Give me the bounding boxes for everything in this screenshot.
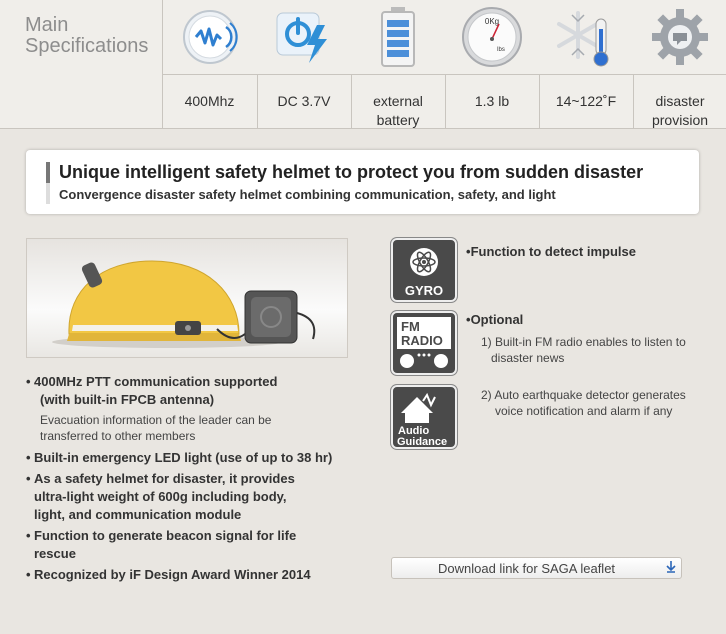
download-arrow-icon [666,561,676,576]
feature-item: • 400MHz PTT communication supported (wi… [26,373,366,409]
feature-list: • 400MHz PTT communication supported (wi… [26,373,366,587]
spec-weight: 1.3 lb [445,75,538,128]
title-line-2: Specifications [25,35,149,57]
feature-description-text: transferred to other members [40,429,196,443]
optional-item-2-line2: voice notification and alarm if any [495,404,673,418]
feature-text: As a safety helmet for disaster, it prov… [34,471,295,486]
spec-provision: disaster provision [633,75,726,128]
feature-text: (with built-in FPCB antenna) [40,392,215,407]
spec-icon-row: 0Kg lbs [163,0,726,75]
fm-label: FM [401,319,420,334]
radio-wave-icon [163,0,257,74]
headline-banner: Unique intelligent safety helmet to prot… [26,150,699,214]
optional-item-1-line1: 1) Built-in FM radio enables to listen t… [481,335,686,349]
feature-text: light, and communication module [34,507,242,522]
gyro-label: GYRO [405,283,443,298]
gauge-top-label: 0Kg [485,17,499,26]
optional-item-1-line2: disaster news [491,351,565,365]
feature-text: rescue [34,546,76,561]
power-lightning-icon [257,0,351,74]
optional-text: Optional [470,312,524,327]
optional-label: •Optional [466,312,524,327]
feature-text: ultra-light weight of 600g including bod… [34,489,287,504]
battery-icon [351,0,445,74]
specs-header: Main Specifications 0Kg lbs 400Mhz DC 3.… [0,0,726,129]
snowflake-thermometer-icon [539,0,633,74]
title-line-1: Main [25,14,69,36]
gyro-icon: GYRO [391,238,457,302]
spec-grid: 0Kg lbs 400Mhz DC 3.7V external battery … [162,0,726,128]
feature-item: • Recognized by iF Design Award Winner 2… [26,566,366,584]
banner-title: Unique intelligent safety helmet to prot… [59,162,644,182]
spec-temperature: 14~122˚F [539,75,632,128]
spec-provision-line1: disaster [655,93,705,109]
feature-text: Built-in emergency LED light (use of up … [34,450,333,465]
impulse-function-label: •Function to detect impulse [466,244,636,259]
spec-voltage: DC 3.7V [257,75,350,128]
gauge-unit-label: lbs [497,47,505,53]
feature-text: 400MHz PTT communication supported [34,374,278,389]
spec-battery: external battery [351,75,444,128]
product-image [26,238,348,358]
audio-guidance-icon: Audio Guidance [391,385,457,449]
feature-item: • As a safety helmet for disaster, it pr… [26,470,366,524]
optional-item-2-line1: 2) Auto earthquake detector generates [481,388,686,402]
optional-item-2: 2) Auto earthquake detector generates vo… [481,387,686,419]
fm-radio-icon: FM RADIO [391,311,457,375]
radio-label: RADIO [401,333,443,348]
banner-accent-bar [46,162,50,204]
spec-frequency: 400Mhz [184,93,235,109]
page-title: Main Specifications [25,15,155,57]
feature-item: • Built-in emergency LED light (use of u… [26,449,366,467]
scale-gauge-icon: 0Kg lbs [445,0,539,74]
download-label: Download link for SAGA leaflet [438,561,616,576]
impulse-function-text: Function to detect impulse [470,244,636,259]
optional-item-1: 1) Built-in FM radio enables to listen t… [481,334,686,366]
feature-text: Function to generate beacon signal for l… [34,528,297,543]
gear-icon [633,0,726,74]
guidance-label: Guidance [397,436,447,448]
feature-description: Evacuation information of the leader can… [26,412,366,444]
feature-item: • Function to generate beacon signal for… [26,527,366,563]
feature-text: Recognized by iF Design Award Winner 201… [34,567,311,582]
spec-provision-line2: provision [651,112,709,128]
feature-description-text: Evacuation information of the leader can… [40,413,272,427]
banner-subtitle: Convergence disaster safety helmet combi… [59,187,556,202]
download-leaflet-button[interactable]: Download link for SAGA leaflet [391,557,682,579]
